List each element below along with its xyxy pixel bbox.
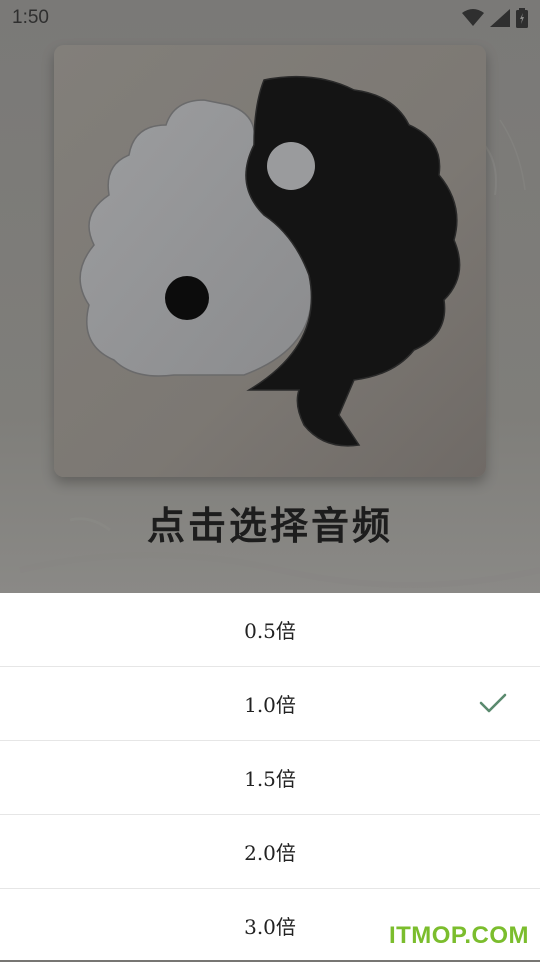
- status-icons: [462, 8, 528, 28]
- speed-option-1.0x[interactable]: 1.0倍: [0, 667, 540, 741]
- speed-option-label: 2.0倍: [244, 841, 296, 865]
- audio-select-card[interactable]: [54, 45, 486, 477]
- wifi-icon: [462, 9, 484, 26]
- status-time: 1:50: [12, 7, 49, 28]
- speed-option-label: 3.0倍: [244, 915, 296, 939]
- status-bar: 1:50: [0, 0, 540, 36]
- check-icon: [479, 693, 507, 713]
- signal-icon: [490, 9, 510, 27]
- watermark: ITMOP.COM: [388, 922, 529, 949]
- yin-yang-tree-icon: [79, 75, 461, 447]
- battery-icon: [516, 8, 528, 28]
- speed-option-label: 1.0倍: [244, 693, 296, 717]
- speed-option-2.0x[interactable]: 2.0倍: [0, 815, 540, 889]
- speed-option-label: 1.5倍: [244, 767, 296, 791]
- speed-option-1.5x[interactable]: 1.5倍: [0, 741, 540, 815]
- speed-sheet: 0.5倍 1.0倍 1.5倍 2.0倍 3.0倍: [0, 593, 540, 960]
- speed-option-0.5x[interactable]: 0.5倍: [0, 593, 540, 667]
- select-audio-title[interactable]: 点击选择音频: [0, 495, 540, 550]
- speed-option-label: 0.5倍: [244, 619, 296, 643]
